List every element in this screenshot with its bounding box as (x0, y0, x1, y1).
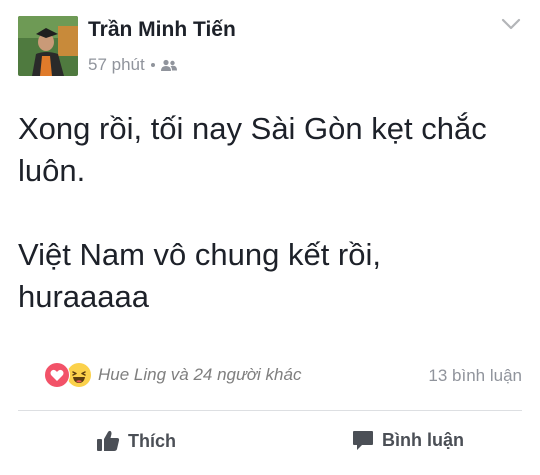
like-button[interactable]: Thích (96, 430, 176, 452)
reactors-text: Hue Ling và 24 người khác (98, 365, 302, 384)
post-paragraph: Xong rồi, tối nay Sài Gòn kẹt chắc luôn. (18, 111, 487, 188)
like-label: Thích (128, 430, 176, 451)
chevron-down-icon[interactable] (501, 16, 521, 32)
post-body: Xong rồi, tối nay Sài Gòn kẹt chắc luôn.… (18, 108, 518, 318)
comment-label: Bình luận (382, 430, 464, 450)
post-meta: 57 phút (88, 55, 177, 75)
author-name[interactable]: Trần Minh Tiến (88, 18, 236, 42)
divider (18, 410, 522, 411)
comment-count[interactable]: 13 bình luận (428, 366, 522, 386)
post-paragraph: Việt Nam vô chung kết rồi, huraaaaa (18, 237, 381, 314)
avatar-image (18, 16, 78, 76)
post-card: Trần Minh Tiến 57 phút Xong rồi, tối nay… (0, 0, 540, 475)
love-reaction-icon (44, 362, 70, 388)
friends-icon[interactable] (160, 59, 177, 72)
post-timestamp[interactable]: 57 phút (88, 55, 145, 75)
reactions-summary[interactable]: Hue Ling và 24 người khác (44, 362, 301, 388)
comment-button[interactable]: Bình luận (352, 430, 464, 451)
separator-dot (150, 63, 155, 67)
avatar[interactable] (18, 16, 78, 76)
thumbs-up-icon (97, 430, 120, 451)
comment-icon (353, 431, 373, 450)
